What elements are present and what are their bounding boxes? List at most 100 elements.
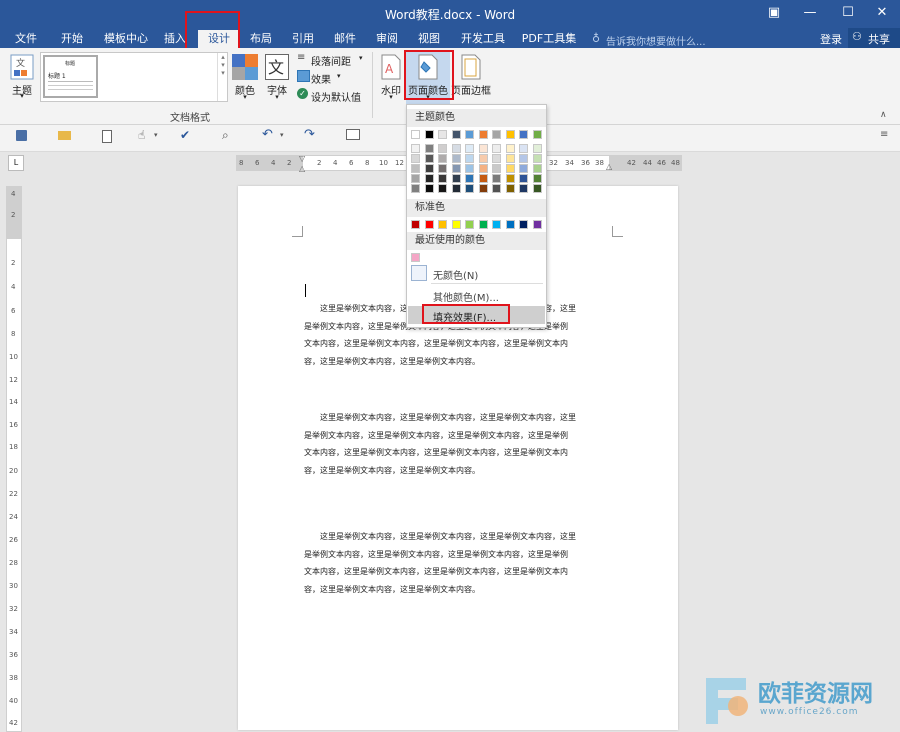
page-borders-button[interactable]: 页面边框 — [450, 52, 492, 104]
open-folder-icon[interactable] — [58, 131, 71, 140]
theme-color-shade-swatch[interactable] — [532, 164, 542, 173]
theme-color-shade-swatch[interactable] — [505, 174, 515, 183]
colors-button[interactable]: 颜色 ▾ — [230, 52, 260, 104]
first-line-indent-marker[interactable]: ▽ — [299, 154, 305, 163]
collapse-ribbon-icon[interactable]: ∧ — [880, 110, 887, 120]
standard-color-swatch[interactable] — [532, 220, 542, 229]
theme-color-shade-swatch[interactable] — [492, 144, 501, 153]
redo-icon[interactable]: ↷ — [304, 127, 315, 142]
tab-pdf-tools[interactable]: PDF工具集 — [518, 30, 580, 48]
undo-icon[interactable]: ↶ — [262, 127, 273, 142]
left-indent-marker[interactable]: △ — [299, 164, 305, 173]
gallery-scroll[interactable]: ▴ ▾ ▾ — [217, 53, 228, 101]
save-icon[interactable] — [16, 130, 27, 141]
chevron-down-icon[interactable]: ▾ — [280, 131, 284, 139]
theme-color-shade-swatch[interactable] — [519, 154, 528, 163]
theme-color-shade-swatch[interactable] — [492, 164, 501, 173]
tab-review[interactable]: 审阅 — [370, 30, 404, 48]
theme-color-shade-swatch[interactable] — [532, 144, 542, 153]
standard-color-swatch[interactable] — [411, 220, 420, 229]
theme-color-shade-swatch[interactable] — [478, 164, 488, 173]
tab-layout[interactable]: 布局 — [244, 30, 278, 48]
tab-template-center[interactable]: 模板中心 — [100, 30, 152, 48]
theme-color-shade-swatch[interactable] — [465, 184, 474, 193]
paragraph[interactable]: 这里是举例文本内容，这里是举例文本内容，这里是举例文本内容，这里 是举例文本内容… — [304, 409, 610, 479]
paragraph-spacing-button[interactable]: ≡ 段落间距 ▾ — [297, 52, 377, 68]
tell-me-input[interactable]: 告诉我你想要做什么... — [606, 33, 706, 48]
theme-color-shade-swatch[interactable] — [519, 144, 528, 153]
more-colors-item[interactable]: 其他颜色(M)... — [433, 289, 499, 304]
theme-color-shade-swatch[interactable] — [451, 174, 461, 183]
theme-color-swatch[interactable] — [532, 130, 542, 139]
spelling-check-icon[interactable]: ✔ — [180, 128, 190, 142]
vertical-ruler[interactable]: 4 2 2 4 6 8 10 12 14 16 18 20 22 24 26 2… — [6, 186, 22, 732]
ribbon-display-options-button[interactable]: ▣ — [756, 0, 792, 28]
theme-color-shade-swatch[interactable] — [411, 154, 420, 163]
fonts-button[interactable]: 文 字体 ▾ — [262, 52, 292, 104]
theme-color-swatch[interactable] — [492, 130, 501, 139]
theme-color-shade-swatch[interactable] — [519, 164, 528, 173]
theme-color-shade-swatch[interactable] — [411, 174, 420, 183]
theme-color-shade-swatch[interactable] — [438, 164, 447, 173]
new-document-icon[interactable] — [102, 130, 112, 143]
tab-view[interactable]: 视图 — [412, 30, 446, 48]
theme-color-shade-swatch[interactable] — [532, 154, 542, 163]
theme-color-shade-swatch[interactable] — [478, 184, 488, 193]
theme-color-shade-swatch[interactable] — [451, 144, 461, 153]
standard-color-swatch[interactable] — [465, 220, 474, 229]
theme-color-shade-swatch[interactable] — [465, 164, 474, 173]
theme-color-shade-swatch[interactable] — [438, 184, 447, 193]
maximize-button[interactable]: ☐ — [830, 0, 866, 28]
theme-color-swatch[interactable] — [424, 130, 434, 139]
effects-button[interactable]: 效果 ▾ — [297, 70, 357, 86]
theme-color-shade-swatch[interactable] — [465, 154, 474, 163]
theme-color-shade-swatch[interactable] — [411, 184, 420, 193]
theme-color-shade-swatch[interactable] — [505, 184, 515, 193]
theme-color-shade-swatch[interactable] — [519, 184, 528, 193]
theme-color-shade-swatch[interactable] — [451, 154, 461, 163]
screen-icon[interactable] — [346, 129, 360, 140]
recent-color-swatch[interactable] — [411, 253, 420, 262]
theme-color-shade-swatch[interactable] — [519, 174, 528, 183]
right-indent-marker[interactable]: △ — [606, 162, 612, 171]
sign-in-link[interactable]: 登录 — [820, 31, 842, 47]
theme-color-shade-swatch[interactable] — [492, 174, 501, 183]
theme-color-shade-swatch[interactable] — [492, 184, 501, 193]
theme-color-shade-swatch[interactable] — [478, 174, 488, 183]
theme-color-swatch[interactable] — [505, 130, 515, 139]
style-set-item[interactable]: 标题 标题 1 — [43, 55, 98, 98]
customize-toolbar-icon[interactable]: ≡ — [880, 129, 888, 140]
theme-color-swatch[interactable] — [478, 130, 488, 139]
chevron-down-icon[interactable]: ▾ — [154, 131, 158, 139]
theme-color-shade-swatch[interactable] — [532, 174, 542, 183]
theme-color-swatch[interactable] — [465, 130, 474, 139]
theme-color-shade-swatch[interactable] — [438, 144, 447, 153]
tab-home[interactable]: 开始 — [52, 30, 92, 48]
standard-color-swatch[interactable] — [478, 220, 488, 229]
theme-color-swatch[interactable] — [519, 130, 528, 139]
paragraph[interactable]: 这里是举例文本内容，这里是举例文本内容，这里是举例文本内容，这里 是举例文本内容… — [304, 528, 610, 598]
close-button[interactable]: ✕ — [864, 0, 900, 28]
standard-color-swatch[interactable] — [492, 220, 501, 229]
theme-color-shade-swatch[interactable] — [424, 154, 434, 163]
theme-color-shade-swatch[interactable] — [424, 164, 434, 173]
tab-references[interactable]: 引用 — [286, 30, 320, 48]
standard-color-swatch[interactable] — [438, 220, 447, 229]
theme-color-swatch[interactable] — [411, 130, 420, 139]
tab-developer[interactable]: 开发工具 — [456, 30, 510, 48]
theme-color-shade-swatch[interactable] — [438, 154, 447, 163]
theme-color-shade-swatch[interactable] — [424, 144, 434, 153]
tab-file[interactable]: 文件 — [6, 30, 46, 48]
touch-mode-icon[interactable]: ☝ — [138, 128, 145, 142]
theme-color-shade-swatch[interactable] — [532, 184, 542, 193]
standard-color-swatch[interactable] — [451, 220, 461, 229]
theme-color-shade-swatch[interactable] — [492, 154, 501, 163]
theme-color-shade-swatch[interactable] — [478, 154, 488, 163]
share-button[interactable]: ⚇ 共享 — [848, 28, 900, 48]
theme-color-shade-swatch[interactable] — [411, 164, 420, 173]
theme-color-shade-swatch[interactable] — [451, 164, 461, 173]
theme-color-swatch[interactable] — [438, 130, 447, 139]
watermark-button[interactable]: A 水印 ▾ — [378, 52, 404, 104]
set-as-default-button[interactable]: ✓ 设为默认值 — [297, 88, 367, 104]
themes-button[interactable]: 文 主题 ▾ — [8, 52, 36, 100]
